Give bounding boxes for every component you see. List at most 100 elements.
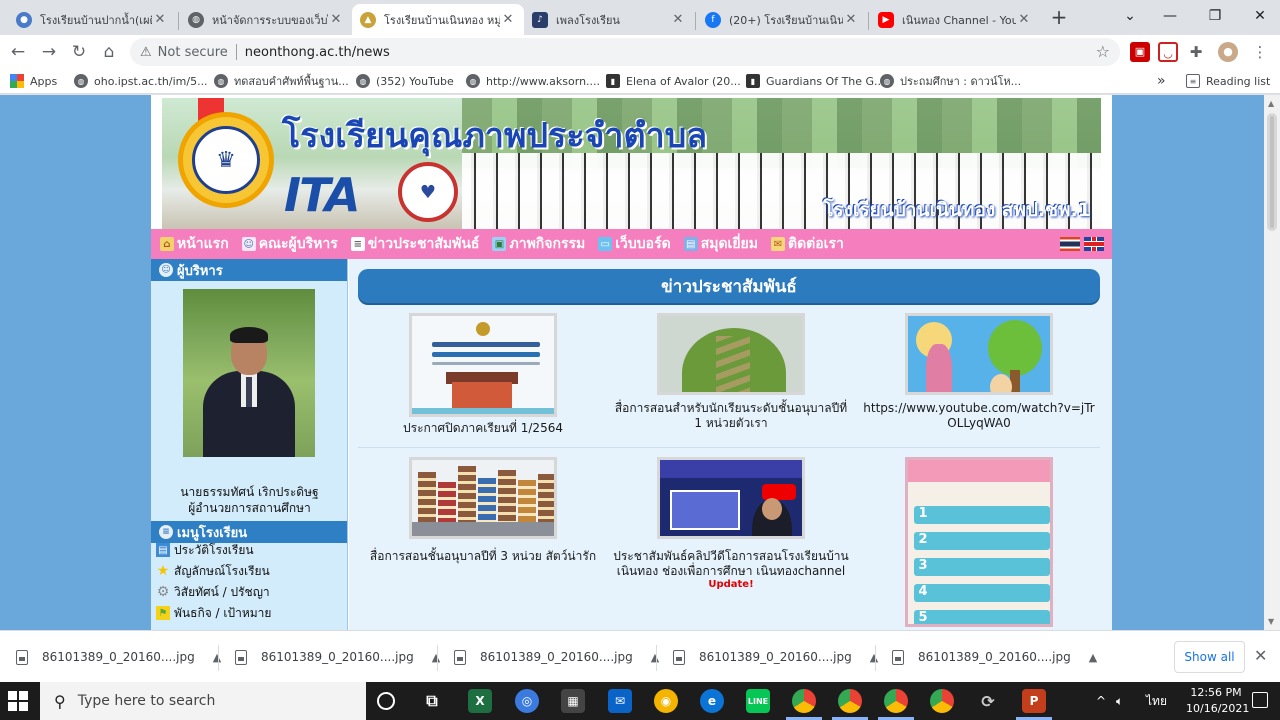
close-icon[interactable]: ✕: [1254, 646, 1267, 665]
news-thumbnail[interactable]: 1 2 3 4 5: [905, 457, 1053, 627]
news-caption[interactable]: สื่อการสอนชั้นอนุบาลปีที่ 3 หน่วย สัตว์น…: [359, 549, 607, 564]
chevron-up-icon[interactable]: ▲: [651, 651, 659, 664]
tab-5[interactable]: f (20+) โรงเรียนบ้านเนินทอง ✕: [697, 4, 867, 35]
bookmark-item[interactable]: ▮ Guardians Of The G...: [746, 72, 885, 90]
download-item[interactable]: 86101389_0_20160....jpg ▲: [673, 631, 878, 683]
menu-guestbook[interactable]: ▤ สมุดเยี่ยม: [683, 233, 758, 255]
news-thumbnail[interactable]: [409, 313, 557, 417]
thai-flag-icon[interactable]: [1060, 237, 1080, 251]
close-icon[interactable]: ✕: [1016, 12, 1032, 27]
reading-list-button[interactable]: ≡ Reading list: [1186, 72, 1270, 90]
back-arrow-icon[interactable]: ←: [5, 39, 31, 65]
task-view-icon[interactable]: ⧉: [420, 689, 444, 713]
bookmarks-overflow[interactable]: »: [1157, 72, 1166, 90]
sidebar-link-symbol[interactable]: ★ สัญลักษณ์โรงเรียน: [156, 562, 270, 580]
profile-avatar-icon[interactable]: ●: [1218, 42, 1238, 62]
chrome-alt-icon[interactable]: ◎: [515, 689, 539, 713]
chrome-icon[interactable]: [792, 689, 816, 713]
news-thumbnail[interactable]: [905, 313, 1053, 395]
news-item[interactable]: สื่อการสอนชั้นอนุบาลปีที่ 3 หน่วย สัตว์น…: [359, 457, 607, 564]
pdf-extension-icon[interactable]: ▣: [1130, 42, 1150, 62]
menu-news[interactable]: ≡ ข่าวประชาสัมพันธ์: [350, 233, 479, 255]
menu-gallery[interactable]: ▣ ภาพกิจกรรม: [492, 233, 585, 255]
bookmark-item[interactable]: ◍ ประถมศึกษา : ดาวน์โห...: [880, 72, 1021, 90]
news-caption[interactable]: ประกาศปิดภาคเรียนที่ 1/2564: [359, 421, 607, 436]
show-all-button[interactable]: Show all: [1174, 641, 1245, 673]
app-icon[interactable]: ⟳: [976, 689, 1000, 713]
pocket-extension-icon[interactable]: ◡: [1158, 42, 1178, 62]
language-indicator[interactable]: ไทย: [1146, 682, 1167, 720]
download-item[interactable]: 86101389_0_20160....jpg ▲: [454, 631, 659, 683]
news-thumbnail[interactable]: [409, 457, 557, 539]
download-item[interactable]: 86101389_0_20160....jpg ▲: [16, 631, 221, 683]
tab-6[interactable]: ▶ เนินทอง Channel - YouTube ✕: [870, 4, 1040, 35]
menu-contact[interactable]: ✉ ติดต่อเรา: [770, 233, 844, 255]
bookmark-item[interactable]: ◍ ทดสอบคำศัพท์พื้นฐาน...: [214, 72, 349, 90]
close-icon[interactable]: ✕: [328, 12, 344, 27]
cortana-icon[interactable]: [377, 692, 395, 710]
restore-icon[interactable]: ❐: [1195, 0, 1235, 32]
bookmark-item[interactable]: ◍ http://www.aksorn....: [466, 72, 600, 90]
windows-start-icon[interactable]: [8, 691, 28, 711]
edge-icon[interactable]: e: [700, 689, 724, 713]
warning-icon[interactable]: ⚠: [140, 45, 152, 60]
chevron-up-icon[interactable]: ▲: [432, 651, 440, 664]
tab-3-active[interactable]: ▲ โรงเรียนบ้านเนินทอง หมู่ที่ ✕: [352, 4, 524, 35]
news-item[interactable]: https://www.youtube.com/watch?v=jTrOLLyq…: [855, 313, 1103, 431]
close-icon[interactable]: ✕: [843, 12, 859, 27]
tray-chevron-up-icon[interactable]: ^: [1096, 682, 1106, 720]
chevron-up-icon[interactable]: ▲: [870, 651, 878, 664]
extensions-puzzle-icon[interactable]: ✚: [1186, 42, 1206, 62]
download-item[interactable]: 86101389_0_20160....jpg ▲: [235, 631, 440, 683]
chrome-icon[interactable]: [884, 689, 908, 713]
minimize-icon[interactable]: —: [1150, 0, 1190, 32]
tab-4[interactable]: ♪ เพลงโรงเรียน ✕: [524, 4, 694, 35]
address-bar[interactable]: ⚠ Not secure neonthong.ac.th/news ☆: [130, 38, 1120, 66]
news-thumbnail[interactable]: [657, 457, 805, 539]
chrome-icon[interactable]: [930, 689, 954, 713]
news-caption[interactable]: ประชาสัมพันธ์คลิปวีดีโอการสอนโรงเรียนบ้า…: [607, 549, 855, 579]
bookmark-star-icon[interactable]: ☆: [1096, 42, 1110, 61]
news-item[interactable]: 1 2 3 4 5: [855, 457, 1103, 630]
news-caption[interactable]: https://www.youtube.com/watch?v=jTrOLLyq…: [855, 401, 1103, 431]
sidebar-link-mission[interactable]: ⚑ พันธกิจ / เป้าหมาย: [156, 604, 271, 622]
excel-icon[interactable]: X: [468, 689, 492, 713]
uk-flag-icon[interactable]: [1084, 237, 1104, 251]
security-label[interactable]: Not secure: [158, 45, 228, 60]
close-icon[interactable]: ✕: [152, 12, 168, 27]
home-icon[interactable]: ⌂: [96, 39, 122, 65]
powerpoint-icon[interactable]: P: [1022, 689, 1046, 713]
download-item[interactable]: 86101389_0_20160....jpg ▲: [892, 631, 1097, 683]
forward-arrow-icon[interactable]: →: [36, 39, 62, 65]
news-caption[interactable]: สื่อการสอนสำหรับนักเรียนระดับชั้นอนุบาลป…: [607, 401, 855, 431]
news-thumbnail[interactable]: [657, 313, 805, 395]
menu-executives[interactable]: ☺ คณะผู้บริหาร: [241, 233, 338, 255]
window-close-icon[interactable]: ✕: [1240, 0, 1280, 32]
notification-icon[interactable]: [1252, 692, 1268, 708]
bookmark-item[interactable]: ◍ oho.ipst.ac.th/im/5...: [74, 72, 208, 90]
reload-icon[interactable]: ↻: [66, 39, 92, 65]
chrome-icon[interactable]: [838, 689, 862, 713]
app-icon[interactable]: ◉: [654, 689, 678, 713]
bookmark-item[interactable]: ▮ Elena of Avalor (20...: [606, 72, 741, 90]
news-item[interactable]: สื่อการสอนสำหรับนักเรียนระดับชั้นอนุบาลป…: [607, 313, 855, 431]
tab-2[interactable]: ◍ หน้าจัดการระบบของเว็บไซต์ ✕: [180, 4, 352, 35]
close-icon[interactable]: ✕: [500, 12, 516, 27]
chevron-up-icon[interactable]: ▲: [1089, 651, 1097, 664]
page-scrollbar[interactable]: ▲ ▼: [1264, 95, 1280, 630]
sidebar-link-vision[interactable]: ⚙ วิสัยทัศน์ / ปรัชญา: [156, 583, 270, 601]
speaker-icon[interactable]: 🔈︎: [1116, 682, 1123, 720]
store-icon[interactable]: ▦: [561, 689, 585, 713]
new-tab-button[interactable]: +: [1048, 7, 1070, 29]
close-icon[interactable]: ✕: [670, 12, 686, 27]
executive-photo[interactable]: [183, 289, 315, 457]
chevron-up-icon[interactable]: ▲: [213, 651, 221, 664]
url-text[interactable]: neonthong.ac.th/news: [245, 45, 390, 60]
menu-webboard[interactable]: ▭ เว็บบอร์ด: [598, 233, 671, 255]
scrollbar-thumb[interactable]: [1267, 113, 1277, 231]
taskbar-search[interactable]: ⚲ Type here to search: [40, 682, 366, 720]
bookmark-apps[interactable]: Apps: [10, 72, 57, 90]
news-item[interactable]: ประชาสัมพันธ์คลิปวีดีโอการสอนโรงเรียนบ้า…: [607, 457, 855, 590]
sidebar-link-history[interactable]: ▤ ประวัติโรงเรียน: [156, 541, 254, 559]
bookmark-item[interactable]: ◍ (352) YouTube: [356, 72, 454, 90]
